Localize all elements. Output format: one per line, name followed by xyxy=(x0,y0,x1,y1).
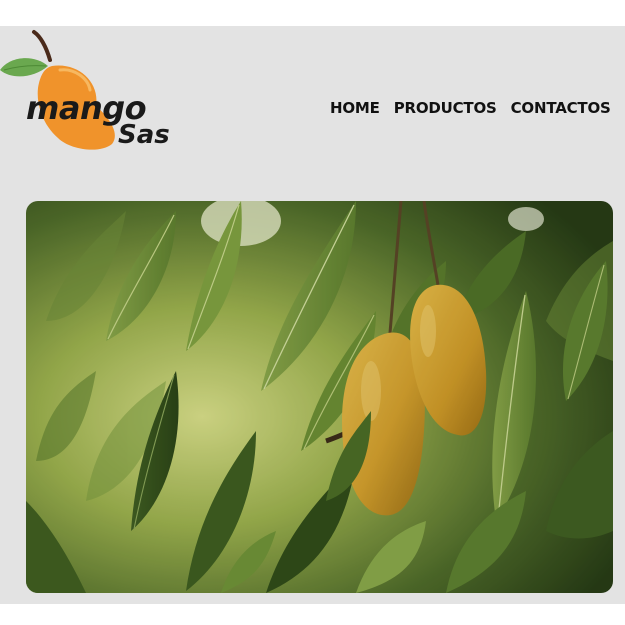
main-nav: HOME PRODUCTOS CONTACTOS xyxy=(330,99,611,117)
nav-home-link[interactable]: HOME xyxy=(330,99,380,117)
hero-image xyxy=(26,201,613,593)
brand-logo[interactable]: mango Sas xyxy=(0,26,180,156)
nav-productos-link[interactable]: PRODUCTOS xyxy=(394,99,497,117)
brand-word-sas: Sas xyxy=(118,120,170,150)
nav-contactos-link[interactable]: CONTACTOS xyxy=(511,99,611,117)
page: mango Sas HOME PRODUCTOS CONTACTOS xyxy=(0,0,625,625)
mango-tree-photo xyxy=(26,201,613,593)
